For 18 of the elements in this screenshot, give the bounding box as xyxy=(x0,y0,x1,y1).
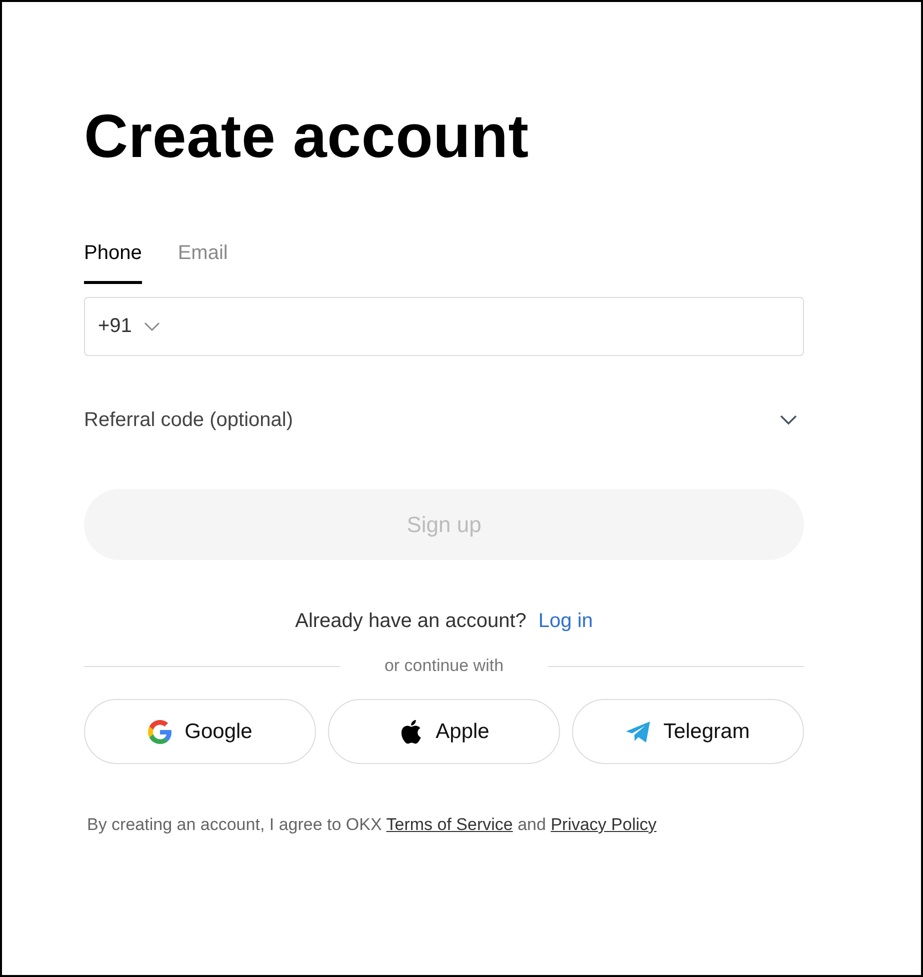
apple-logo-icon xyxy=(398,720,423,744)
divider-label: or continue with xyxy=(384,655,504,677)
terms-of-service-link[interactable]: Terms of Service xyxy=(386,815,513,834)
login-link[interactable]: Log in xyxy=(538,607,593,635)
social-login-button[interactable]: Telegram xyxy=(572,699,804,764)
terms-text: By creating an account, I agree to OKX Terms of Service and Privacy Policy xyxy=(87,814,658,836)
phone-number-field[interactable]: +91 xyxy=(84,297,804,356)
country-code-dropdown[interactable]: +91 xyxy=(98,315,160,338)
privacy-policy-link[interactable]: Privacy Policy xyxy=(550,815,657,834)
social-login-button[interactable]: Apple xyxy=(328,699,560,764)
caret-icon xyxy=(144,322,160,331)
tab[interactable]: Phone xyxy=(84,239,142,284)
referral-code-toggle[interactable]: Referral code (optional) xyxy=(84,406,804,434)
login-prompt-text: Already have an account? xyxy=(295,609,526,634)
page-title: Create account xyxy=(84,101,530,172)
google-logo-icon xyxy=(148,720,172,744)
social-login-button[interactable]: Google xyxy=(84,699,316,764)
paper-plane-icon xyxy=(626,720,650,744)
